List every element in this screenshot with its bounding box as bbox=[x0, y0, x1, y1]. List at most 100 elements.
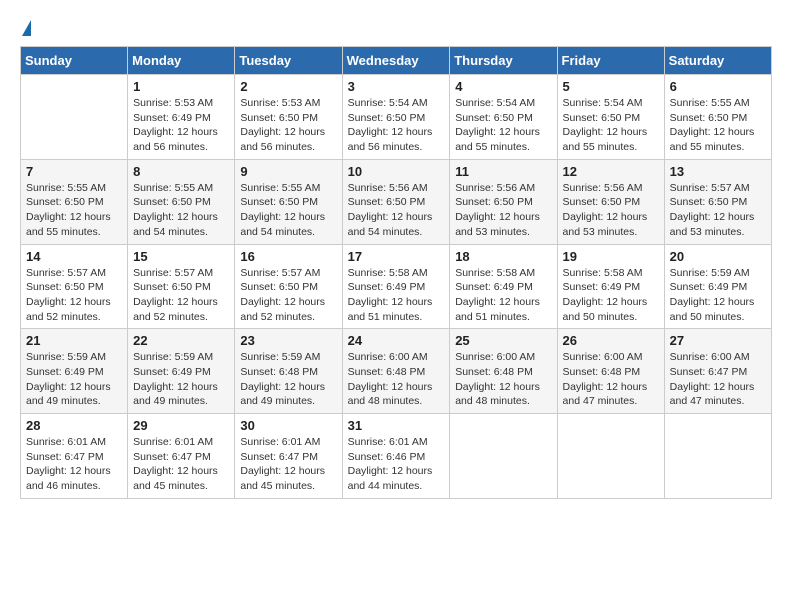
cell-info-text: Sunrise: 6:00 AMSunset: 6:48 PMDaylight:… bbox=[348, 350, 445, 409]
cell-date-number: 13 bbox=[670, 164, 766, 179]
cell-date-number: 17 bbox=[348, 249, 445, 264]
calendar-cell: 31 Sunrise: 6:01 AMSunset: 6:46 PMDayligh… bbox=[342, 414, 450, 499]
calendar-header-row: SundayMondayTuesdayWednesdayThursdayFrid… bbox=[21, 47, 772, 75]
cell-info-text: Sunrise: 6:00 AMSunset: 6:47 PMDaylight:… bbox=[670, 350, 766, 409]
header-monday: Monday bbox=[128, 47, 235, 75]
cell-date-number: 6 bbox=[670, 79, 766, 94]
calendar-cell: 19 Sunrise: 5:58 AMSunset: 6:49 PMDayligh… bbox=[557, 244, 664, 329]
calendar-cell: 18 Sunrise: 5:58 AMSunset: 6:49 PMDayligh… bbox=[450, 244, 557, 329]
cell-date-number: 30 bbox=[240, 418, 336, 433]
calendar-cell: 25 Sunrise: 6:00 AMSunset: 6:48 PMDayligh… bbox=[450, 329, 557, 414]
calendar-cell: 23 Sunrise: 5:59 AMSunset: 6:48 PMDayligh… bbox=[235, 329, 342, 414]
calendar-cell: 30 Sunrise: 6:01 AMSunset: 6:47 PMDayligh… bbox=[235, 414, 342, 499]
calendar-cell: 27 Sunrise: 6:00 AMSunset: 6:47 PMDayligh… bbox=[664, 329, 771, 414]
calendar-cell: 10 Sunrise: 5:56 AMSunset: 6:50 PMDayligh… bbox=[342, 159, 450, 244]
calendar-cell: 14Sunrise: 5:57 AMSunset: 6:50 PMDayligh… bbox=[21, 244, 128, 329]
cell-date-number: 11 bbox=[455, 164, 551, 179]
calendar-cell bbox=[557, 414, 664, 499]
cell-info-text: Sunrise: 5:58 AMSunset: 6:49 PMDaylight:… bbox=[563, 266, 659, 325]
calendar-cell bbox=[21, 75, 128, 160]
calendar-week-row: 1 Sunrise: 5:53 AMSunset: 6:49 PMDaylight… bbox=[21, 75, 772, 160]
calendar-cell bbox=[450, 414, 557, 499]
cell-info-text: Sunrise: 5:57 AMSunset: 6:50 PMDaylight:… bbox=[240, 266, 336, 325]
cell-info-text: Sunrise: 6:01 AMSunset: 6:47 PMDaylight:… bbox=[240, 435, 336, 494]
calendar-cell: 1 Sunrise: 5:53 AMSunset: 6:49 PMDaylight… bbox=[128, 75, 235, 160]
calendar-cell: 13 Sunrise: 5:57 AMSunset: 6:50 PMDayligh… bbox=[664, 159, 771, 244]
cell-info-text: Sunrise: 5:55 AMSunset: 6:50 PMDaylight:… bbox=[670, 96, 766, 155]
cell-info-text: Sunrise: 5:55 AMSunset: 6:50 PMDaylight:… bbox=[26, 181, 122, 240]
cell-date-number: 15 bbox=[133, 249, 229, 264]
cell-date-number: 1 bbox=[133, 79, 229, 94]
header-wednesday: Wednesday bbox=[342, 47, 450, 75]
calendar-cell: 6 Sunrise: 5:55 AMSunset: 6:50 PMDaylight… bbox=[664, 75, 771, 160]
cell-date-number: 20 bbox=[670, 249, 766, 264]
cell-date-number: 22 bbox=[133, 333, 229, 348]
cell-date-number: 25 bbox=[455, 333, 551, 348]
cell-date-number: 10 bbox=[348, 164, 445, 179]
cell-date-number: 16 bbox=[240, 249, 336, 264]
calendar-week-row: 28 Sunrise: 6:01 AMSunset: 6:47 PMDayligh… bbox=[21, 414, 772, 499]
cell-date-number: 18 bbox=[455, 249, 551, 264]
cell-info-text: Sunrise: 5:57 AMSunset: 6:50 PMDaylight:… bbox=[26, 266, 122, 325]
calendar-table: SundayMondayTuesdayWednesdayThursdayFrid… bbox=[20, 46, 772, 499]
calendar-cell: 20 Sunrise: 5:59 AMSunset: 6:49 PMDayligh… bbox=[664, 244, 771, 329]
cell-date-number: 27 bbox=[670, 333, 766, 348]
cell-info-text: Sunrise: 5:59 AMSunset: 6:48 PMDaylight:… bbox=[240, 350, 336, 409]
cell-info-text: Sunrise: 5:56 AMSunset: 6:50 PMDaylight:… bbox=[563, 181, 659, 240]
cell-info-text: Sunrise: 5:53 AMSunset: 6:49 PMDaylight:… bbox=[133, 96, 229, 155]
cell-info-text: Sunrise: 5:57 AMSunset: 6:50 PMDaylight:… bbox=[670, 181, 766, 240]
cell-date-number: 26 bbox=[563, 333, 659, 348]
cell-info-text: Sunrise: 6:00 AMSunset: 6:48 PMDaylight:… bbox=[455, 350, 551, 409]
cell-info-text: Sunrise: 5:53 AMSunset: 6:50 PMDaylight:… bbox=[240, 96, 336, 155]
calendar-cell: 2 Sunrise: 5:53 AMSunset: 6:50 PMDaylight… bbox=[235, 75, 342, 160]
cell-info-text: Sunrise: 6:01 AMSunset: 6:47 PMDaylight:… bbox=[26, 435, 122, 494]
cell-info-text: Sunrise: 5:54 AMSunset: 6:50 PMDaylight:… bbox=[563, 96, 659, 155]
cell-info-text: Sunrise: 5:55 AMSunset: 6:50 PMDaylight:… bbox=[240, 181, 336, 240]
cell-date-number: 12 bbox=[563, 164, 659, 179]
header-friday: Friday bbox=[557, 47, 664, 75]
page-header bbox=[20, 20, 772, 36]
cell-date-number: 28 bbox=[26, 418, 122, 433]
calendar-cell: 28 Sunrise: 6:01 AMSunset: 6:47 PMDayligh… bbox=[21, 414, 128, 499]
calendar-week-row: 14Sunrise: 5:57 AMSunset: 6:50 PMDayligh… bbox=[21, 244, 772, 329]
cell-info-text: Sunrise: 5:58 AMSunset: 6:49 PMDaylight:… bbox=[348, 266, 445, 325]
calendar-cell: 4 Sunrise: 5:54 AMSunset: 6:50 PMDaylight… bbox=[450, 75, 557, 160]
calendar-cell: 8 Sunrise: 5:55 AMSunset: 6:50 PMDaylight… bbox=[128, 159, 235, 244]
calendar-cell: 24 Sunrise: 6:00 AMSunset: 6:48 PMDayligh… bbox=[342, 329, 450, 414]
cell-date-number: 3 bbox=[348, 79, 445, 94]
cell-info-text: Sunrise: 5:57 AMSunset: 6:50 PMDaylight:… bbox=[133, 266, 229, 325]
cell-date-number: 8 bbox=[133, 164, 229, 179]
calendar-cell: 17 Sunrise: 5:58 AMSunset: 6:49 PMDayligh… bbox=[342, 244, 450, 329]
header-thursday: Thursday bbox=[450, 47, 557, 75]
calendar-cell: 5 Sunrise: 5:54 AMSunset: 6:50 PMDaylight… bbox=[557, 75, 664, 160]
cell-date-number: 4 bbox=[455, 79, 551, 94]
calendar-cell: 29Sunrise: 6:01 AMSunset: 6:47 PMDayligh… bbox=[128, 414, 235, 499]
cell-info-text: Sunrise: 5:56 AMSunset: 6:50 PMDaylight:… bbox=[455, 181, 551, 240]
cell-info-text: Sunrise: 5:55 AMSunset: 6:50 PMDaylight:… bbox=[133, 181, 229, 240]
cell-date-number: 7 bbox=[26, 164, 122, 179]
cell-info-text: Sunrise: 5:54 AMSunset: 6:50 PMDaylight:… bbox=[455, 96, 551, 155]
calendar-cell: 15 Sunrise: 5:57 AMSunset: 6:50 PMDayligh… bbox=[128, 244, 235, 329]
header-sunday: Sunday bbox=[21, 47, 128, 75]
logo-triangle-icon bbox=[22, 20, 31, 36]
cell-date-number: 19 bbox=[563, 249, 659, 264]
cell-date-number: 2 bbox=[240, 79, 336, 94]
logo bbox=[20, 20, 31, 36]
cell-info-text: Sunrise: 5:58 AMSunset: 6:49 PMDaylight:… bbox=[455, 266, 551, 325]
cell-date-number: 29 bbox=[133, 418, 229, 433]
calendar-cell: 9Sunrise: 5:55 AMSunset: 6:50 PMDaylight… bbox=[235, 159, 342, 244]
cell-info-text: Sunrise: 5:59 AMSunset: 6:49 PMDaylight:… bbox=[670, 266, 766, 325]
calendar-cell: 22 Sunrise: 5:59 AMSunset: 6:49 PMDayligh… bbox=[128, 329, 235, 414]
cell-date-number: 31 bbox=[348, 418, 445, 433]
calendar-cell: 7 Sunrise: 5:55 AMSunset: 6:50 PMDaylight… bbox=[21, 159, 128, 244]
cell-info-text: Sunrise: 5:59 AMSunset: 6:49 PMDaylight:… bbox=[133, 350, 229, 409]
cell-date-number: 23 bbox=[240, 333, 336, 348]
calendar-cell: 12 Sunrise: 5:56 AMSunset: 6:50 PMDayligh… bbox=[557, 159, 664, 244]
cell-info-text: Sunrise: 5:56 AMSunset: 6:50 PMDaylight:… bbox=[348, 181, 445, 240]
cell-info-text: Sunrise: 6:01 AMSunset: 6:46 PMDaylight:… bbox=[348, 435, 445, 494]
cell-date-number: 5 bbox=[563, 79, 659, 94]
cell-info-text: Sunrise: 5:54 AMSunset: 6:50 PMDaylight:… bbox=[348, 96, 445, 155]
calendar-week-row: 21Sunrise: 5:59 AMSunset: 6:49 PMDayligh… bbox=[21, 329, 772, 414]
cell-date-number: 24 bbox=[348, 333, 445, 348]
calendar-cell: 21Sunrise: 5:59 AMSunset: 6:49 PMDayligh… bbox=[21, 329, 128, 414]
